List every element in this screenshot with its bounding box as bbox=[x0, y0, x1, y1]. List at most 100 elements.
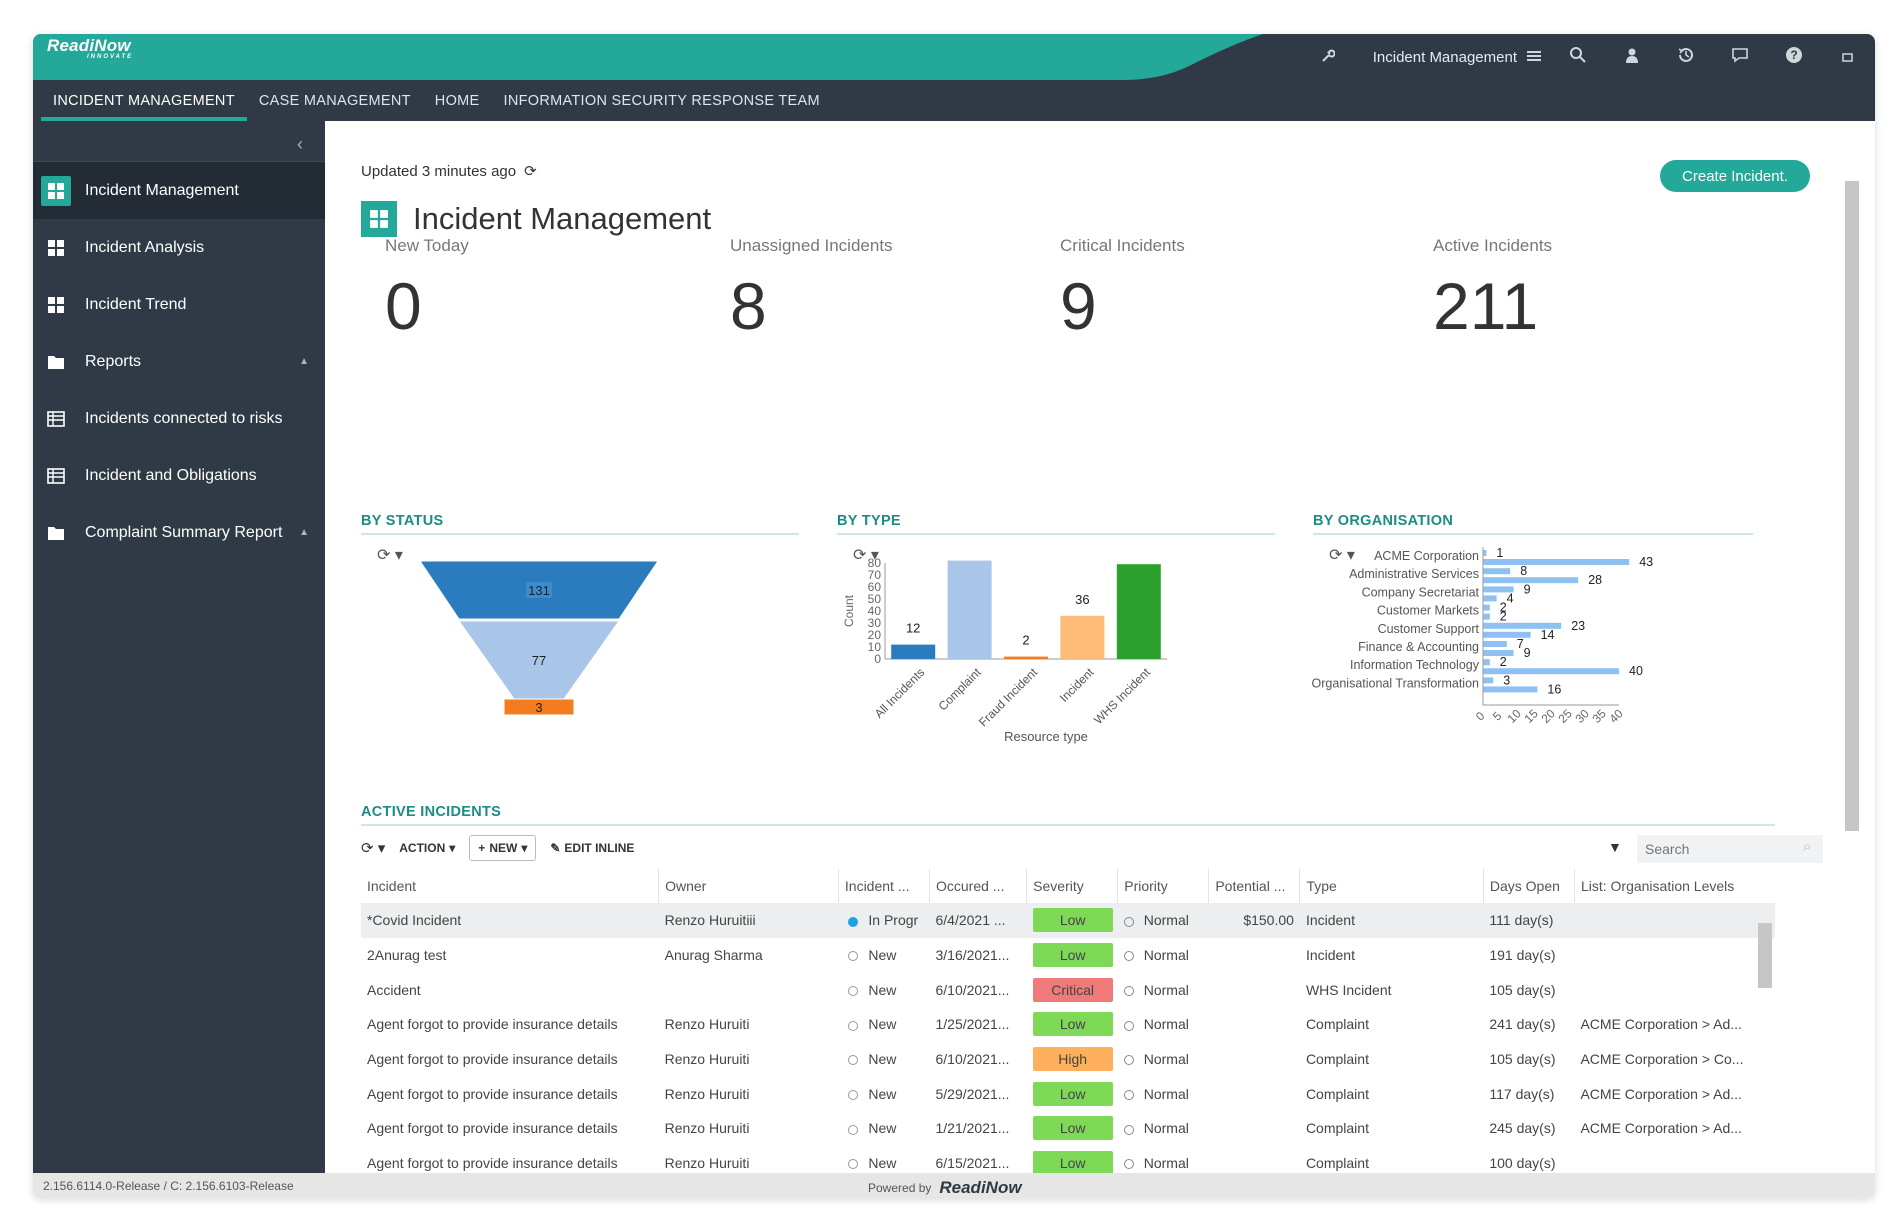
organisation-bar-chart-svg: ACME Corporation 143Administrative Servic… bbox=[1312, 546, 1654, 726]
caret-up-icon[interactable]: ▲ bbox=[299, 527, 309, 538]
module-tabs: INCIDENT MANAGEMENT CASE MANAGEMENT HOME… bbox=[33, 80, 1875, 121]
sidebar-item-complaint-summary-report[interactable]: Complaint Summary Report ▲ bbox=[33, 504, 325, 561]
kpi-label: Unassigned Incidents bbox=[730, 236, 893, 255]
kpi-new-today[interactable]: New Today 0 bbox=[385, 236, 469, 344]
table-row[interactable]: Accident New 6/10/2021... Critical Normal WHS… bbox=[361, 972, 1775, 1007]
status-text: New bbox=[868, 1051, 897, 1068]
user-icon[interactable] bbox=[1605, 47, 1659, 68]
column-header-type[interactable]: Type bbox=[1299, 869, 1484, 903]
column-header-days-open[interactable]: Days Open bbox=[1482, 869, 1575, 903]
y-tick-label: 70 bbox=[868, 568, 882, 582]
new-menu-button[interactable]: + NEW ▾ bbox=[469, 835, 537, 861]
sidebar-item-incidents-connected-to-risks[interactable]: Incidents connected to risks bbox=[33, 390, 325, 447]
app-switcher[interactable]: Incident Management bbox=[1373, 49, 1541, 66]
column-header-priority[interactable]: Priority bbox=[1117, 869, 1209, 903]
tab-home[interactable]: HOME bbox=[423, 80, 492, 121]
edit-inline-button[interactable]: ✎ EDIT INLINE bbox=[550, 841, 634, 855]
incident-cell[interactable]: Accident bbox=[361, 972, 659, 1007]
org-levels-cell: ACME Corporation > Ad... bbox=[1580, 1016, 1742, 1033]
severity-badge: Low bbox=[1032, 943, 1113, 968]
table-row[interactable]: Agent forgot to provide insurance detail… bbox=[361, 1042, 1775, 1077]
kpi-label: Active Incidents bbox=[1433, 236, 1553, 255]
create-incident-button[interactable]: Create Incident. bbox=[1660, 160, 1810, 192]
search-input[interactable] bbox=[1637, 835, 1823, 863]
priority-cell: Normal bbox=[1118, 1076, 1209, 1111]
caret-up-icon[interactable]: ▲ bbox=[299, 356, 309, 367]
chat-icon[interactable] bbox=[1713, 46, 1767, 69]
column-header-org-levels[interactable]: List: Organisation Levels bbox=[1573, 869, 1775, 903]
column-header-owner[interactable]: Owner bbox=[658, 869, 839, 903]
action-menu-button[interactable]: ACTION ▾ bbox=[399, 841, 455, 855]
table-row[interactable]: Agent forgot to provide insurance detail… bbox=[361, 1007, 1775, 1042]
table-scrollbar-thumb[interactable] bbox=[1758, 923, 1772, 988]
table-header-row: Incident Owner Incident ... Occured ... … bbox=[361, 869, 1775, 903]
column-header-severity[interactable]: Severity bbox=[1026, 869, 1118, 903]
incident-cell[interactable]: Agent forgot to provide insurance detail… bbox=[361, 1111, 659, 1146]
incident-cell[interactable]: *Covid Incident bbox=[361, 903, 659, 938]
kpi-active-incidents[interactable]: Active Incidents 211 bbox=[1433, 236, 1552, 344]
collapse-sidebar-icon[interactable]: ‹ bbox=[285, 129, 315, 159]
sidebar-item-incident-trend[interactable]: Incident Trend bbox=[33, 276, 325, 333]
incident-cell[interactable]: Agent forgot to provide insurance detail… bbox=[361, 1007, 659, 1042]
sidebar-item-label: Incidents connected to risks bbox=[85, 409, 283, 427]
folder-icon bbox=[45, 522, 67, 544]
tab-case-management[interactable]: CASE MANAGEMENT bbox=[247, 80, 423, 121]
table-row[interactable]: *Covid Incident Renzo Huruitiii In Progr 6/… bbox=[361, 903, 1775, 938]
incident-cell[interactable]: Agent forgot to provide insurance detail… bbox=[361, 1042, 659, 1077]
restore-window-icon[interactable] bbox=[1821, 47, 1875, 68]
refresh-icon[interactable]: ⟳ bbox=[524, 162, 537, 180]
kpi-value: 8 bbox=[730, 269, 767, 343]
sidebar-item-incident-and-obligations[interactable]: Incident and Obligations bbox=[33, 447, 325, 504]
sidebar-item-reports[interactable]: Reports ▲ bbox=[33, 333, 325, 390]
page-scrollbar-thumb[interactable] bbox=[1845, 181, 1859, 831]
column-header-incident-status[interactable]: Incident ... bbox=[837, 869, 930, 903]
grid-refresh-icon[interactable]: ⟳ ▾ bbox=[361, 839, 385, 857]
category-label: Finance & Accounting bbox=[1358, 640, 1479, 654]
severity-badge: High bbox=[1032, 1047, 1113, 1072]
sidebar-item-incident-analysis[interactable]: Incident Analysis bbox=[33, 219, 325, 276]
wrench-icon[interactable] bbox=[1301, 47, 1355, 68]
filter-icon[interactable]: ▼ bbox=[1608, 839, 1622, 855]
column-header-incident[interactable]: Incident bbox=[361, 869, 659, 903]
help-icon[interactable]: ? bbox=[1767, 46, 1821, 69]
column-header-potential[interactable]: Potential ... bbox=[1208, 869, 1300, 903]
category-label: Information Technology bbox=[1350, 658, 1480, 672]
kpi-unassigned-incidents[interactable]: Unassigned Incidents 8 bbox=[730, 236, 893, 344]
version-text: 2.156.6114.0-Release / C: 2.156.6103-Rel… bbox=[43, 1179, 294, 1193]
bar-value-label: 16 bbox=[1547, 682, 1561, 696]
report-icon bbox=[45, 465, 67, 487]
tab-information-security[interactable]: INFORMATION SECURITY RESPONSE TEAM bbox=[492, 80, 832, 121]
potential-cell bbox=[1209, 1076, 1300, 1111]
readinow-logo[interactable]: ReadiNow INNOVATE bbox=[47, 36, 133, 60]
column-header-occured[interactable]: Occured ... bbox=[928, 869, 1027, 903]
priority-text: Normal bbox=[1143, 912, 1189, 929]
table-scrollbar[interactable] bbox=[1756, 903, 1774, 1168]
kpi-critical-incidents[interactable]: Critical Incidents 9 bbox=[1060, 236, 1185, 344]
bar-value-label: 2 bbox=[1500, 655, 1507, 669]
bar-value-label: 36 bbox=[1075, 592, 1089, 607]
category-label: Company Secretariat bbox=[1362, 585, 1480, 599]
sidebar-item-incident-management[interactable]: Incident Management bbox=[33, 162, 325, 219]
category-label: Organisational Transformation bbox=[1312, 676, 1479, 690]
table-row[interactable]: Agent forgot to provide insurance detail… bbox=[361, 1076, 1775, 1111]
bar-value-label: 8 bbox=[1520, 564, 1527, 578]
by-type-title: BY TYPE bbox=[837, 513, 1275, 535]
search-icon[interactable] bbox=[1551, 46, 1605, 69]
bar bbox=[947, 560, 992, 659]
history-icon[interactable] bbox=[1659, 46, 1713, 69]
bar bbox=[1483, 650, 1514, 656]
table-row[interactable]: 2Anurag test Anurag Sharma New 3/16/2021...… bbox=[361, 938, 1775, 973]
incident-cell[interactable]: 2Anurag test bbox=[361, 938, 659, 973]
incident-cell[interactable]: Agent forgot to provide insurance detail… bbox=[361, 1076, 659, 1111]
table-row[interactable]: Agent forgot to provide insurance detail… bbox=[361, 1111, 1775, 1146]
tab-incident-management[interactable]: INCIDENT MANAGEMENT bbox=[41, 80, 247, 121]
priority-dot-icon bbox=[1123, 1159, 1134, 1170]
status-dot-icon bbox=[848, 1124, 859, 1135]
occured-cell: 5/29/2021... bbox=[935, 1085, 1010, 1102]
priority-text: Normal bbox=[1143, 981, 1189, 998]
plus-icon: + bbox=[478, 841, 486, 855]
sidebar-item-label: Complaint Summary Report bbox=[85, 523, 283, 541]
severity-badge: Low bbox=[1032, 1012, 1113, 1037]
page-scrollbar[interactable] bbox=[1844, 161, 1860, 1171]
grid-icon bbox=[45, 294, 67, 316]
